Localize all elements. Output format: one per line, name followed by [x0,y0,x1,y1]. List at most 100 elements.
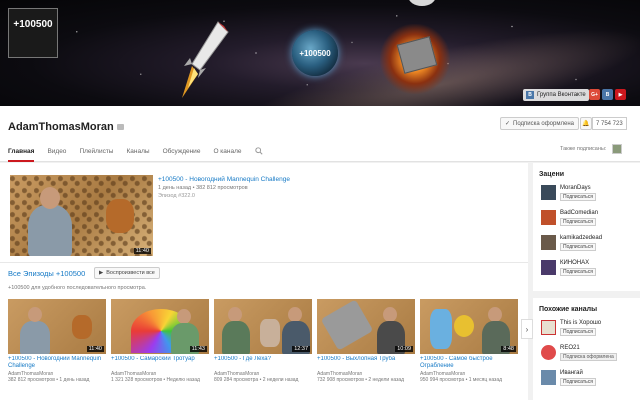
video-title[interactable]: +100500 - Выхлопная Труба [317,356,415,370]
video-title[interactable]: +100500 - Самарский Тротуар [111,356,209,370]
subscriber-avatar[interactable] [612,144,622,154]
channel-item[interactable]: This is Хорошо Подписаться [533,317,640,342]
video-thumbnail[interactable]: 12:37 [214,299,312,354]
channel-avatar[interactable] [541,260,556,275]
channel-avatar[interactable] [541,320,556,335]
subscribe-button[interactable]: ✓ Подписка оформлена [500,117,579,130]
subscribe-button[interactable]: Подписаться [560,193,596,201]
tab-discussion[interactable]: Обсуждение [163,148,201,162]
tab-about[interactable]: О канале [213,148,241,162]
person-figure [20,321,50,354]
related-channels-box: Похожие каналы This is Хорошо Подписатьс… [533,298,640,400]
main-content: 11:40 +100500 - Новогодний Mannequin Cha… [0,163,528,400]
video-meta: 1 321 328 просмотров • Неделю назад [111,377,200,383]
video-card[interactable]: 11:40 +100500 - Новогодний Mannequin Cha… [8,299,106,383]
featured-video-thumbnail[interactable]: 11:40 [10,175,153,256]
video-meta: 382 812 просмотров • 1 день назад [8,377,90,383]
channel-item-name[interactable]: BadComedian [560,210,598,216]
search-icon[interactable] [255,147,263,155]
video-card[interactable]: 11:43 +100500 - Самарский Тротуар AdamTh… [111,299,209,383]
video-duration: 12:37 [292,346,310,352]
video-title[interactable]: +100500 - Где Леха? [214,356,312,370]
channel-item[interactable]: КИНОНАХ Подписаться [533,257,640,282]
featured-video-episode: Эпизод #322.0 [158,193,195,199]
playlist-description: +100500 для удобного последовательного п… [8,285,147,291]
play-all-label: Воспроизвести все [106,270,155,276]
subscribe-label: Подписка оформлена [513,120,574,127]
subscribe-button[interactable]: Подписаться [560,218,596,226]
section-divider [0,262,528,263]
featured-channels-box: Зацени MoranDays Подписаться BadComedian… [533,163,640,291]
money-bag-graphic [454,315,474,337]
playlist-title[interactable]: Все Эпизоды +100500 [8,269,85,278]
subscribe-button[interactable]: Подписаться [560,243,596,251]
cartoon-character [72,315,92,339]
channel-item-name[interactable]: This is Хорошо [560,320,601,326]
channel-item-name[interactable]: MoranDays [560,185,591,191]
vk-social-icon[interactable]: В [602,89,613,100]
video-thumbnail[interactable]: 11:43 [111,299,209,354]
channel-item-name[interactable]: Ивангай [560,370,583,376]
play-icon: ▶ [99,270,104,276]
cartoon-character [430,309,452,349]
video-card[interactable]: 8:48 +100500 - Самое быстрое Ограбление … [420,299,518,383]
channel-item[interactable]: Ивангай Подписаться [533,367,640,392]
subscribed-button[interactable]: Подписка оформлена [560,353,617,361]
featured-video-title[interactable]: +100500 - Новогодний Mannequin Challenge [158,176,290,183]
channel-name[interactable]: AdamThomasMoran [8,121,124,133]
subscribe-button[interactable]: Подписаться [560,268,596,276]
tab-home[interactable]: Главная [8,148,35,162]
channel-avatar[interactable]: +100500 [8,8,58,58]
person-head [228,307,242,322]
subscribe-button[interactable]: Подписаться [560,328,596,336]
channel-item[interactable]: REO21 Подписка оформлена [533,342,640,367]
video-meta: 809 284 просмотра • 2 недели назад [214,377,299,383]
tab-playlists[interactable]: Плейлисты [79,148,113,162]
video-title[interactable]: +100500 - Новогодний Mannequin Challenge [8,356,106,370]
google-plus-icon[interactable]: G+ [589,89,600,100]
video-title[interactable]: +100500 - Самое быстрое Ограбление [420,356,518,370]
vk-icon: В [526,91,534,99]
channel-avatar[interactable] [541,235,556,250]
show-logo: +100500 [292,30,338,76]
video-card[interactable]: 10:09 +100500 - Выхлопная Труба AdamThom… [317,299,415,383]
channel-avatar[interactable] [541,345,556,360]
channel-item-name[interactable]: REO21 [560,345,580,351]
person-figure [28,205,72,256]
channel-item[interactable]: kamikadzedead Подписаться [533,232,640,257]
chevron-right-icon[interactable]: › [521,319,533,339]
subscribe-button[interactable]: Подписаться [560,378,596,386]
play-all-button[interactable]: ▶ Воспроизвести все [94,267,160,279]
person-head [288,307,302,322]
channel-item-name[interactable]: kamikadzedead [560,235,602,241]
video-thumbnail[interactable]: 11:40 [8,299,106,354]
channel-item[interactable]: BadComedian Подписаться [533,207,640,232]
cartoon-character [106,199,134,233]
person-head [40,187,60,209]
video-meta: 950 994 просмотра • 1 месяц назад [420,377,503,383]
channel-item-name[interactable]: КИНОНАХ [560,260,589,266]
channel-tabs: Главная Видео Плейлисты Каналы Обсуждени… [8,148,255,162]
person-figure [222,321,250,354]
video-duration: 11:40 [86,346,104,352]
subscriber-count: 7 754 723 [592,117,627,130]
vk-group-link[interactable]: В Группа Вконтакте [523,89,589,101]
video-thumbnail[interactable]: 10:09 [317,299,415,354]
channel-item[interactable]: MoranDays Подписаться [533,182,640,207]
featured-video-meta: 1 день назад • 382 812 просмотров [158,185,248,191]
channel-banner: +100500 +100500 В Группа Вконтакте G+ В … [0,0,640,106]
related-channels-heading: Похожие каналы [539,306,598,313]
check-icon: ✓ [505,121,511,127]
tab-channels[interactable]: Каналы [126,148,149,162]
video-thumbnail[interactable]: 8:48 [420,299,518,354]
youtube-icon[interactable]: ▶ [615,89,626,100]
featured-channels-heading: Зацени [539,171,565,178]
also-subscribed-label: Также подписаны: [560,146,607,152]
channel-avatar[interactable] [541,185,556,200]
channel-avatar[interactable] [541,210,556,225]
verified-icon [116,124,124,131]
channel-avatar[interactable] [541,370,556,385]
tab-videos[interactable]: Видео [47,148,66,162]
bell-icon[interactable]: 🔔 [580,117,592,130]
video-card[interactable]: 12:37 +100500 - Где Леха? AdamThomasMora… [214,299,312,383]
